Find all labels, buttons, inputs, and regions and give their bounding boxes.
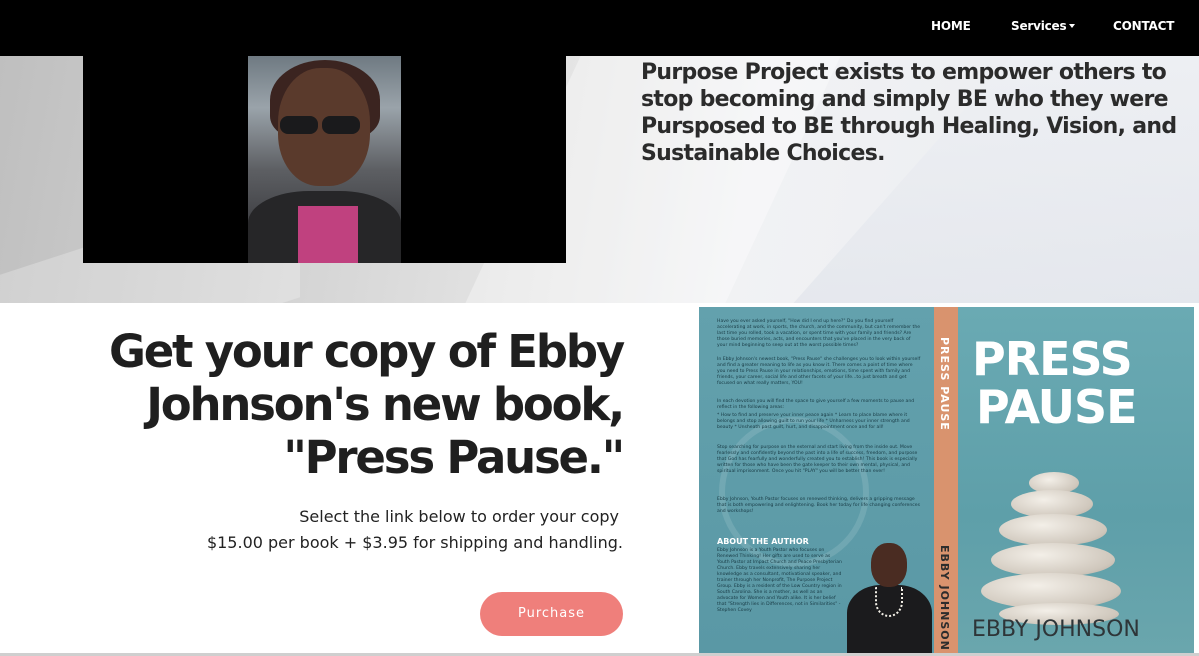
hero-tagline: Purpose Project exists to empower others… — [641, 60, 1177, 166]
author-photo-face — [871, 543, 907, 587]
spine-author: EBBY JOHNSON — [938, 545, 951, 651]
back-cover-text: In Ebby Johnson's newest book, "Press Pa… — [717, 357, 921, 386]
book-back-cover: Have you ever asked yourself, "How did I… — [699, 307, 934, 653]
purchase-button[interactable]: Purchase — [480, 592, 623, 636]
back-cover-text: Ebby Johnson, Youth Pastor focuses on re… — [717, 497, 921, 514]
nav-services-dropdown[interactable]: Services — [1011, 19, 1076, 33]
nav-contact-link[interactable]: CONTACT — [1113, 19, 1174, 33]
caret-down-icon — [1069, 24, 1076, 28]
back-cover-text: Stop searching for purpose on the extern… — [717, 445, 918, 474]
nav-services-label: Services — [1011, 19, 1067, 33]
author-photo — [837, 537, 937, 653]
price-info: $15.00 per book + $3.95 for shipping and… — [206, 533, 623, 552]
stone-stack-graphic — [999, 514, 1107, 546]
video-player[interactable] — [83, 56, 566, 263]
order-instructions: Select the link below to order your copy — [299, 507, 619, 526]
front-cover-title: PAUSE — [976, 380, 1138, 434]
spine-title: PRESS PAUSE — [938, 337, 951, 431]
video-person-sunglasses — [276, 116, 362, 136]
about-author-text: Ebby Johnson is a Youth Pastor who focus… — [717, 548, 842, 613]
nav-home-link[interactable]: HOME — [931, 19, 971, 33]
front-cover-author: EBBY JOHNSON — [972, 617, 1140, 642]
book-cover-image: Have you ever asked yourself, "How did I… — [699, 307, 1194, 653]
video-person-top — [298, 206, 358, 263]
back-cover-text: * How to find and preserve your inner pe… — [717, 413, 910, 430]
top-navbar: HOME Services CONTACT — [0, 0, 1199, 56]
video-frame-image — [248, 56, 401, 263]
stone-stack-graphic — [991, 543, 1115, 577]
about-author-heading: ABOUT THE AUTHOR — [717, 537, 809, 546]
back-cover-text: In each devotion you will find the space… — [717, 399, 915, 410]
book-headline: Get your copy of Ebby Johnson's new book… — [60, 325, 625, 484]
front-cover-title: PRESS — [972, 332, 1133, 386]
book-section: Get your copy of Ebby Johnson's new book… — [0, 303, 1199, 653]
hero-section: Purpose Project exists to empower others… — [0, 56, 1199, 303]
book-headline-line: "Press Pause." — [283, 431, 625, 484]
book-headline-line: Johnson's new book, — [146, 378, 625, 431]
back-cover-text: Have you ever asked yourself, "How did I… — [717, 319, 921, 348]
book-headline-line: Get your copy of Ebby — [108, 325, 625, 378]
author-photo-necklace — [875, 587, 903, 617]
